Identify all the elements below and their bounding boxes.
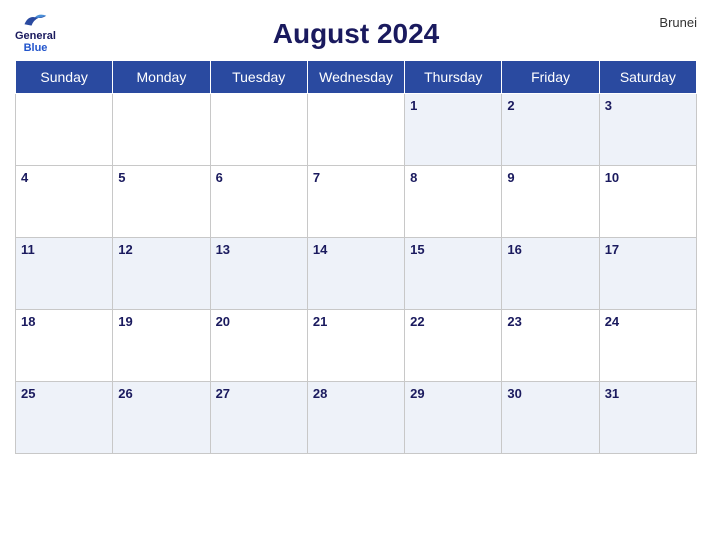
calendar-cell xyxy=(16,94,113,166)
calendar-cell: 9 xyxy=(502,166,599,238)
calendar-cell: 27 xyxy=(210,382,307,454)
days-header-row: Sunday Monday Tuesday Wednesday Thursday… xyxy=(16,61,697,94)
header-tuesday: Tuesday xyxy=(210,61,307,94)
logo-general-text: General xyxy=(15,30,56,42)
calendar-cell xyxy=(210,94,307,166)
calendar-cell: 21 xyxy=(307,310,404,382)
day-number: 21 xyxy=(313,314,327,329)
day-number: 13 xyxy=(216,242,230,257)
header-friday: Friday xyxy=(502,61,599,94)
calendar-cell: 5 xyxy=(113,166,210,238)
calendar-cell: 28 xyxy=(307,382,404,454)
calendar-cell: 3 xyxy=(599,94,696,166)
day-number: 15 xyxy=(410,242,424,257)
day-number: 4 xyxy=(21,170,28,185)
header-wednesday: Wednesday xyxy=(307,61,404,94)
calendar-week-row: 11 12 13 14 15 16 17 xyxy=(16,238,697,310)
day-number: 7 xyxy=(313,170,320,185)
calendar-cell: 31 xyxy=(599,382,696,454)
calendar-week-row: 1 2 3 xyxy=(16,94,697,166)
day-number: 8 xyxy=(410,170,417,185)
calendar-cell: 20 xyxy=(210,310,307,382)
day-number: 27 xyxy=(216,386,230,401)
country-label: Brunei xyxy=(659,15,697,30)
day-number: 30 xyxy=(507,386,521,401)
day-number: 5 xyxy=(118,170,125,185)
calendar-cell xyxy=(307,94,404,166)
calendar-title: August 2024 xyxy=(15,18,697,50)
calendar-cell: 15 xyxy=(405,238,502,310)
day-number: 29 xyxy=(410,386,424,401)
calendar-table: Sunday Monday Tuesday Wednesday Thursday… xyxy=(15,60,697,454)
day-number: 1 xyxy=(410,98,417,113)
header-saturday: Saturday xyxy=(599,61,696,94)
calendar-cell: 14 xyxy=(307,238,404,310)
day-number: 14 xyxy=(313,242,327,257)
calendar-cell: 11 xyxy=(16,238,113,310)
calendar-cell: 30 xyxy=(502,382,599,454)
calendar-cell: 1 xyxy=(405,94,502,166)
day-number: 22 xyxy=(410,314,424,329)
day-number: 28 xyxy=(313,386,327,401)
calendar-week-row: 4 5 6 7 8 9 10 xyxy=(16,166,697,238)
calendar-cell: 12 xyxy=(113,238,210,310)
day-number: 18 xyxy=(21,314,35,329)
calendar-cell: 17 xyxy=(599,238,696,310)
calendar-cell: 8 xyxy=(405,166,502,238)
day-number: 3 xyxy=(605,98,612,113)
day-number: 25 xyxy=(21,386,35,401)
calendar-cell: 25 xyxy=(16,382,113,454)
calendar-cell: 7 xyxy=(307,166,404,238)
calendar-cell: 22 xyxy=(405,310,502,382)
logo-blue-text: Blue xyxy=(24,42,48,54)
logo-icon xyxy=(21,10,49,30)
calendar-cell: 4 xyxy=(16,166,113,238)
logo-area: General Blue xyxy=(15,10,56,54)
header-thursday: Thursday xyxy=(405,61,502,94)
day-number: 23 xyxy=(507,314,521,329)
day-number: 9 xyxy=(507,170,514,185)
calendar-cell: 16 xyxy=(502,238,599,310)
day-number: 19 xyxy=(118,314,132,329)
header-monday: Monday xyxy=(113,61,210,94)
day-number: 12 xyxy=(118,242,132,257)
day-number: 2 xyxy=(507,98,514,113)
day-number: 16 xyxy=(507,242,521,257)
day-number: 26 xyxy=(118,386,132,401)
calendar-cell xyxy=(113,94,210,166)
calendar-week-row: 25 26 27 28 29 30 31 xyxy=(16,382,697,454)
calendar-header: General Blue August 2024 Brunei xyxy=(15,10,697,54)
calendar-cell: 24 xyxy=(599,310,696,382)
calendar-week-row: 18 19 20 21 22 23 24 xyxy=(16,310,697,382)
calendar-wrapper: General Blue August 2024 Brunei Sunday M… xyxy=(0,0,712,550)
calendar-cell: 23 xyxy=(502,310,599,382)
day-number: 11 xyxy=(21,242,35,257)
calendar-cell: 29 xyxy=(405,382,502,454)
day-number: 20 xyxy=(216,314,230,329)
day-number: 17 xyxy=(605,242,619,257)
day-number: 6 xyxy=(216,170,223,185)
calendar-cell: 19 xyxy=(113,310,210,382)
calendar-cell: 18 xyxy=(16,310,113,382)
calendar-cell: 2 xyxy=(502,94,599,166)
calendar-cell: 13 xyxy=(210,238,307,310)
calendar-cell: 6 xyxy=(210,166,307,238)
day-number: 31 xyxy=(605,386,619,401)
calendar-cell: 26 xyxy=(113,382,210,454)
header-sunday: Sunday xyxy=(16,61,113,94)
calendar-cell: 10 xyxy=(599,166,696,238)
day-number: 10 xyxy=(605,170,619,185)
day-number: 24 xyxy=(605,314,619,329)
